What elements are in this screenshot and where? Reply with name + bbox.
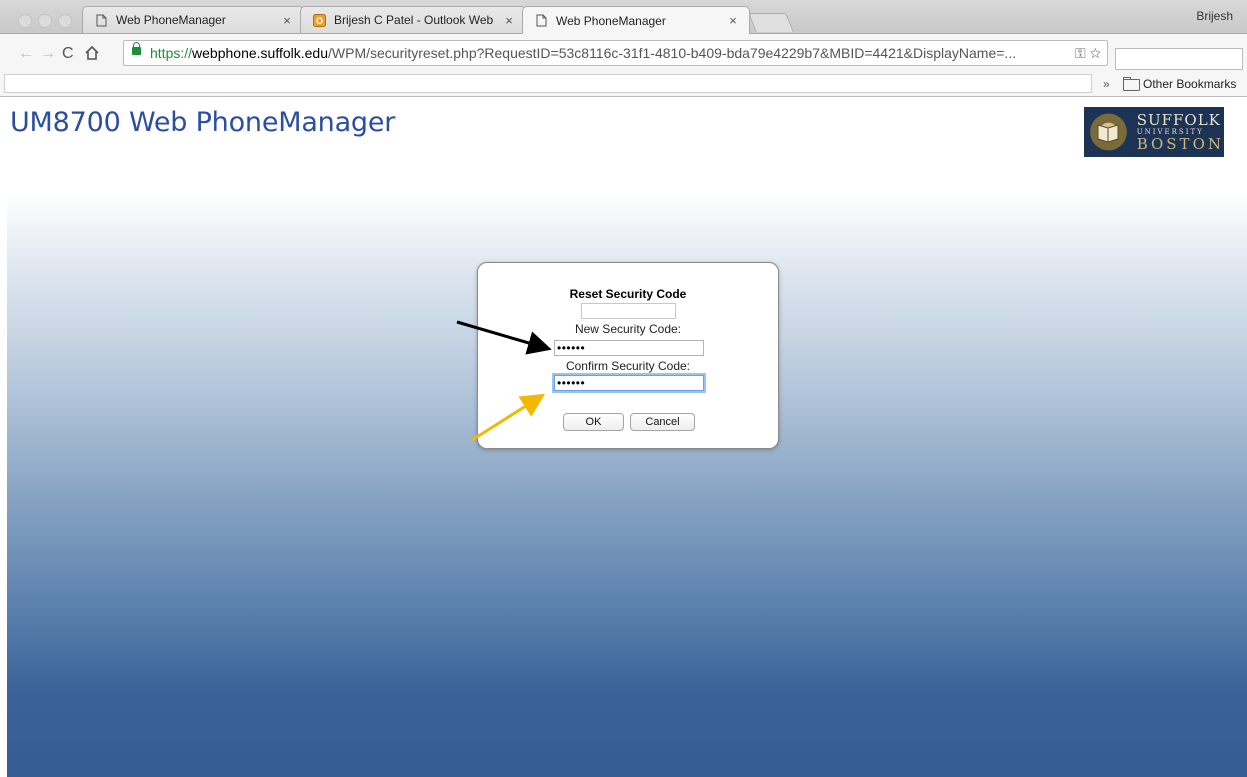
search-field[interactable] bbox=[1115, 48, 1243, 70]
page-icon bbox=[95, 14, 108, 27]
new-security-code-label: New Security Code: bbox=[574, 322, 682, 336]
dialog-title: Reset Security Code bbox=[569, 287, 687, 301]
bookmarks-strip bbox=[4, 74, 1092, 93]
tab-outlook[interactable]: O Brijesh C Patel - Outlook Web × bbox=[300, 6, 526, 33]
window-close-button[interactable] bbox=[18, 14, 32, 28]
reset-security-code-dialog: Reset Security Code New Security Code: C… bbox=[477, 262, 779, 449]
new-tab-button[interactable] bbox=[748, 13, 794, 32]
lock-icon bbox=[132, 42, 141, 55]
other-bookmarks-link[interactable]: Other Bookmarks bbox=[1143, 77, 1236, 91]
url-text: https://webphone.suffolk.edu/WPM/securit… bbox=[150, 45, 1017, 61]
new-security-code-input[interactable] bbox=[554, 340, 704, 356]
profile-name[interactable]: Brijesh bbox=[1196, 9, 1233, 23]
tab-close-icon[interactable]: × bbox=[279, 13, 295, 28]
reload-icon[interactable]: C bbox=[62, 45, 74, 63]
tab-strip: Web PhoneManager × O Brijesh C Patel - O… bbox=[0, 0, 1247, 34]
university-seal-icon bbox=[1088, 110, 1129, 154]
key-icon[interactable]: ⚿ bbox=[1075, 45, 1086, 61]
tab-web-phonemanager-1[interactable]: Web PhoneManager × bbox=[82, 6, 304, 33]
browser-toolbar: ← → C https://webphone.suffolk.edu/WPM/s… bbox=[0, 34, 1247, 74]
address-bar[interactable]: https://webphone.suffolk.edu/WPM/securit… bbox=[123, 40, 1108, 66]
tab-close-icon[interactable]: × bbox=[501, 13, 517, 28]
logo-line-3: BOSTON bbox=[1136, 134, 1224, 153]
tab-title: Brijesh C Patel - Outlook Web bbox=[334, 13, 494, 27]
page-title: UM8700 Web PhoneManager bbox=[10, 107, 396, 138]
outlook-icon: O bbox=[313, 13, 326, 27]
page-icon bbox=[535, 14, 548, 27]
cancel-button[interactable]: Cancel bbox=[630, 413, 695, 431]
bookmarks-overflow-icon[interactable]: » bbox=[1103, 77, 1110, 91]
bookmarks-bar: » Other Bookmarks bbox=[0, 74, 1247, 97]
window-zoom-button[interactable] bbox=[58, 14, 72, 28]
tab-title: Web PhoneManager bbox=[116, 13, 226, 27]
confirm-security-code-label: Confirm Security Code: bbox=[565, 359, 691, 373]
tab-web-phonemanager-active[interactable]: Web PhoneManager × bbox=[522, 6, 750, 34]
hidden-field bbox=[581, 303, 676, 319]
star-icon[interactable]: ☆ bbox=[1090, 45, 1101, 61]
forward-icon[interactable]: → bbox=[40, 45, 56, 63]
ok-button[interactable]: OK bbox=[563, 413, 624, 431]
home-icon[interactable] bbox=[84, 45, 100, 65]
suffolk-logo: SUFFOLK UNIVERSITY BOSTON bbox=[1084, 107, 1224, 157]
back-icon[interactable]: ← bbox=[18, 45, 34, 63]
folder-icon bbox=[1123, 77, 1140, 91]
svg-text:O: O bbox=[316, 16, 323, 26]
window-minimize-button[interactable] bbox=[38, 14, 52, 28]
confirm-security-code-input[interactable] bbox=[554, 375, 704, 391]
tab-title: Web PhoneManager bbox=[556, 13, 666, 28]
logo-line-1: SUFFOLK bbox=[1136, 110, 1221, 129]
tab-close-icon[interactable]: × bbox=[725, 13, 741, 28]
page-content: UM8700 Web PhoneManager SUFFOLK UNIVERSI… bbox=[7, 97, 1247, 777]
